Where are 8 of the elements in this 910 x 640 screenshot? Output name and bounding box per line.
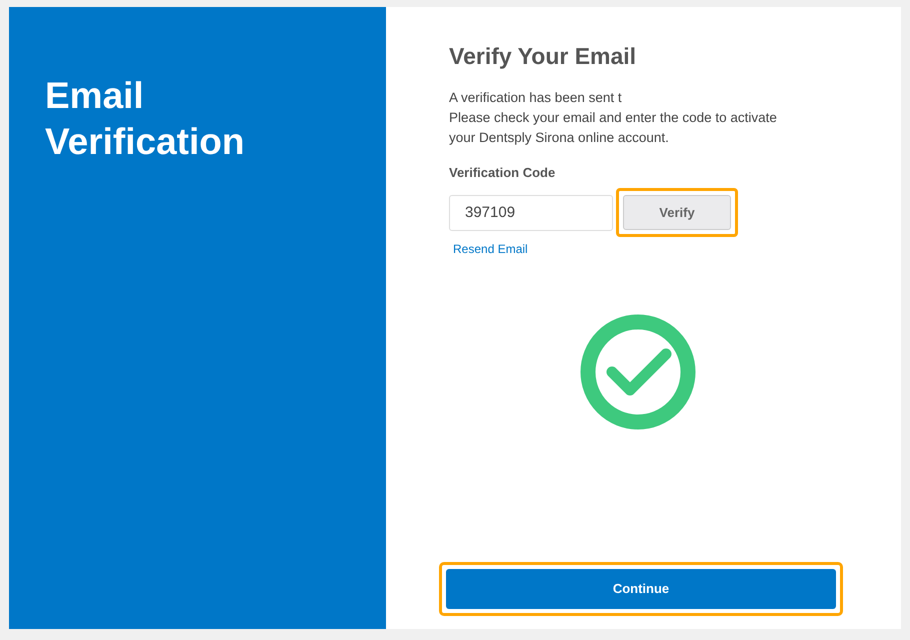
form-heading: Verify Your Email [449,42,638,71]
code-input[interactable]: 397109 [449,194,613,230]
page-title: Email Verification [45,74,246,164]
field-label: Verification Code [449,164,556,182]
verify-button[interactable]: Verify [623,195,731,230]
verification-message: A verification has been sent t Please check your email and enter the code to activate your Dentsply Sirona online account. [449,88,778,147]
resend-email-link[interactable]: Resend Email [453,240,528,258]
continue-button[interactable]: Continue [446,569,836,609]
